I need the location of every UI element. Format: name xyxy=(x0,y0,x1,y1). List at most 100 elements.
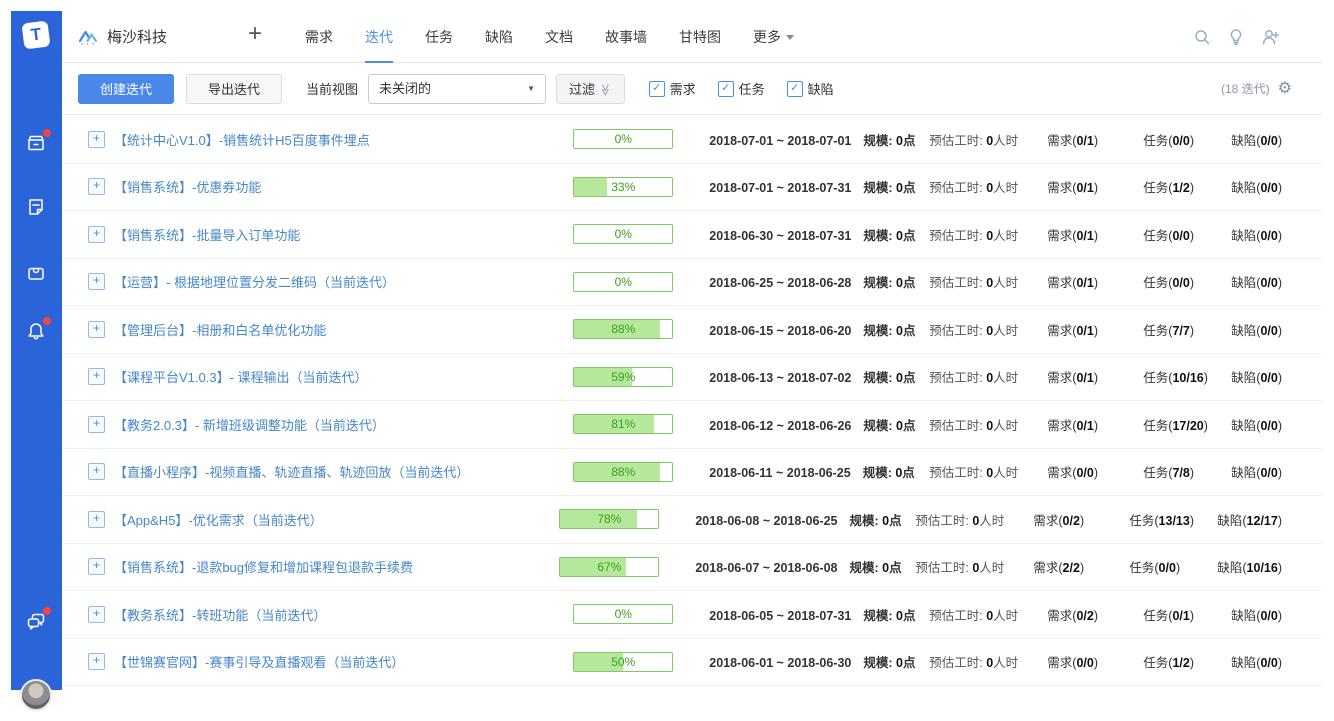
tab-more[interactable]: 更多 xyxy=(753,27,794,47)
date-range: 2018-06-05 ~ 2018-07-31 规模: 0点 xyxy=(709,608,916,623)
iteration-row[interactable]: + 【App&H5】-优化需求（当前迭代） 78% 2018-06-08 ~ 2… xyxy=(62,496,1322,544)
progress-bar: 88% xyxy=(573,319,674,340)
inbox-icon[interactable] xyxy=(25,262,47,284)
tasks-count: 任务(1/2) xyxy=(1143,181,1194,196)
bulb-icon[interactable] xyxy=(1227,28,1245,46)
chat-icon[interactable] xyxy=(25,607,51,632)
iteration-title[interactable]: 【直播小程序】-视频直播、轨迹直播、轨迹回放（当前迭代） xyxy=(114,462,573,481)
progress-bar: 0% xyxy=(573,129,674,150)
iteration-title[interactable]: 【世锦赛官网】-赛事引导及直播观看（当前迭代） xyxy=(114,652,573,671)
tab-requirements[interactable]: 需求 xyxy=(305,27,333,47)
iteration-row[interactable]: + 【销售系统】-批量导入订单功能 0% 2018-06-30 ~ 2018-0… xyxy=(62,211,1322,259)
expand-plus-icon[interactable]: + xyxy=(88,558,105,576)
create-iteration-button[interactable]: 创建迭代 xyxy=(78,73,175,104)
iteration-title[interactable]: 【教务2.0.3】- 新增班级调整功能（当前迭代） xyxy=(114,415,573,434)
checkbox-tasks[interactable]: ✓ 任务 xyxy=(717,79,765,98)
iteration-title[interactable]: 【销售系统】-批量导入订单功能 xyxy=(114,225,573,244)
tasks-count: 任务(0/0) xyxy=(1143,228,1194,243)
iteration-row[interactable]: + 【教务系统】-转班功能（当前迭代） 0% 2018-06-05 ~ 2018… xyxy=(62,591,1322,639)
iteration-row[interactable]: + 【世锦赛官网】-赛事引导及直播观看（当前迭代） 50% 2018-06-01… xyxy=(62,639,1322,686)
search-icon[interactable] xyxy=(1193,28,1211,46)
expand-plus-icon[interactable]: + xyxy=(88,510,105,528)
create-plus-button[interactable]: + xyxy=(248,20,262,48)
gear-icon[interactable]: ⚙ xyxy=(1278,80,1292,97)
notification-dot xyxy=(43,317,51,325)
iteration-row[interactable]: + 【运营】- 根据地理位置分发二维码（当前迭代） 0% 2018-06-25 … xyxy=(62,259,1322,306)
iteration-title[interactable]: 【课程平台V1.0.3】- 课程输出（当前迭代） xyxy=(114,367,573,386)
requirements-count: 需求(0/0) xyxy=(1047,466,1098,481)
tab-gantt[interactable]: 甘特图 xyxy=(679,27,721,47)
checkbox-requirements[interactable]: ✓ 需求 xyxy=(648,79,696,98)
estimated-hours: 预估工时: 0人时 xyxy=(929,656,1019,671)
progress-percent: 88% xyxy=(611,464,636,479)
double-chevron-icon: ≫ xyxy=(598,83,613,96)
iteration-title[interactable]: 【教务系统】-转班功能（当前迭代） xyxy=(114,605,573,624)
checkbox-defects[interactable]: ✓ 缺陷 xyxy=(786,79,834,98)
select-caret-icon: ▼ xyxy=(527,83,536,93)
iteration-row[interactable]: + 【直播小程序】-视频直播、轨迹直播、轨迹回放（当前迭代） 88% 2018-… xyxy=(62,449,1322,496)
tasks-count: 任务(0/1) xyxy=(1143,608,1194,623)
app-logo-icon[interactable]: T xyxy=(21,20,51,50)
expand-plus-icon[interactable]: + xyxy=(88,415,105,433)
tab-iterations[interactable]: 迭代 xyxy=(365,27,393,63)
tab-tasks[interactable]: 任务 xyxy=(425,27,453,47)
expand-plus-icon[interactable]: + xyxy=(88,463,105,481)
document-icon[interactable] xyxy=(25,196,47,218)
requirements-count: 需求(0/1) xyxy=(1047,133,1098,148)
user-avatar[interactable] xyxy=(20,679,52,711)
requirements-count: 需求(2/2) xyxy=(1033,561,1085,576)
expand-plus-icon[interactable]: + xyxy=(88,225,105,243)
date-range: 2018-06-08 ~ 2018-06-25 规模: 0点 xyxy=(695,513,902,528)
iteration-row[interactable]: + 【销售系统】-退款bug修复和增加课程包退款手续费 67% 2018-06-… xyxy=(62,544,1322,591)
iteration-row[interactable]: + 【统计中心V1.0】-销售统计H5百度事件埋点 0% 2018-07-01 … xyxy=(62,116,1322,164)
estimated-hours: 预估工时: 0人时 xyxy=(915,561,1005,576)
iteration-title[interactable]: 【销售系统】-退款bug修复和增加课程包退款手续费 xyxy=(114,557,559,576)
top-header: 梅沙科技 + 需求 迭代 任务 缺陷 文档 故事墙 甘特图 更多 xyxy=(62,11,1322,63)
projects-box-icon[interactable] xyxy=(25,129,51,154)
tasks-count: 任务(0/0) xyxy=(1143,133,1194,148)
progress-bar: 81% xyxy=(573,414,674,435)
iteration-title[interactable]: 【管理后台】-相册和白名单优化功能 xyxy=(114,320,573,339)
defects-count: 缺陷(10/16) xyxy=(1217,561,1282,576)
iteration-title[interactable]: 【销售系统】-优惠券功能 xyxy=(114,177,573,196)
date-range: 2018-06-15 ~ 2018-06-20 规模: 0点 xyxy=(709,323,916,338)
tab-documents[interactable]: 文档 xyxy=(545,27,573,47)
view-select[interactable]: 未关闭的 ▼ xyxy=(368,73,547,104)
estimated-hours: 预估工时: 0人时 xyxy=(929,608,1019,623)
iteration-title[interactable]: 【App&H5】-优化需求（当前迭代） xyxy=(114,510,559,529)
iteration-row[interactable]: + 【管理后台】-相册和白名单优化功能 88% 2018-06-15 ~ 201… xyxy=(62,306,1322,354)
date-range: 2018-07-01 ~ 2018-07-31 规模: 0点 xyxy=(709,181,916,196)
estimated-hours: 预估工时: 0人时 xyxy=(929,228,1019,243)
estimated-hours: 预估工时: 0人时 xyxy=(929,276,1019,291)
iteration-row[interactable]: + 【销售系统】-优惠券功能 33% 2018-07-01 ~ 2018-07-… xyxy=(62,164,1322,211)
defects-count: 缺陷(0/0) xyxy=(1231,418,1282,433)
tab-storywall[interactable]: 故事墙 xyxy=(605,27,647,47)
progress-percent: 59% xyxy=(611,369,636,384)
iteration-row[interactable]: + 【教务2.0.3】- 新增班级调整功能（当前迭代） 81% 2018-06-… xyxy=(62,401,1322,449)
tasks-count: 任务(7/7) xyxy=(1143,323,1194,338)
estimated-hours: 预估工时: 0人时 xyxy=(915,513,1005,528)
project-switcher[interactable]: 梅沙科技 xyxy=(78,26,167,47)
progress-bar: 0% xyxy=(573,271,674,292)
expand-plus-icon[interactable]: + xyxy=(88,273,105,291)
progress-bar: 88% xyxy=(573,461,674,482)
iteration-row[interactable]: + 【课程平台V1.0.3】- 课程输出（当前迭代） 59% 2018-06-1… xyxy=(62,354,1322,401)
date-range: 2018-06-25 ~ 2018-06-28 规模: 0点 xyxy=(709,276,916,291)
iteration-title[interactable]: 【运营】- 根据地理位置分发二维码（当前迭代） xyxy=(114,272,573,291)
main-nav: 需求 迭代 任务 缺陷 文档 故事墙 甘特图 更多 xyxy=(305,27,794,63)
filter-button[interactable]: 过滤 ≫ xyxy=(556,73,625,104)
expand-plus-icon[interactable]: + xyxy=(88,605,105,623)
bell-icon[interactable] xyxy=(25,317,51,342)
expand-plus-icon[interactable]: + xyxy=(88,368,105,386)
iteration-title[interactable]: 【统计中心V1.0】-销售统计H5百度事件埋点 xyxy=(114,130,573,149)
expand-plus-icon[interactable]: + xyxy=(88,320,105,338)
add-person-icon[interactable] xyxy=(1261,28,1280,46)
export-iteration-button[interactable]: 导出迭代 xyxy=(186,73,283,104)
tab-defects[interactable]: 缺陷 xyxy=(485,27,513,47)
notification-dot xyxy=(43,129,51,137)
expand-plus-icon[interactable]: + xyxy=(88,653,105,671)
progress-percent: 33% xyxy=(611,179,636,194)
expand-plus-icon[interactable]: + xyxy=(88,130,105,148)
expand-plus-icon[interactable]: + xyxy=(88,178,105,196)
tasks-count: 任务(17/20) xyxy=(1143,418,1208,433)
